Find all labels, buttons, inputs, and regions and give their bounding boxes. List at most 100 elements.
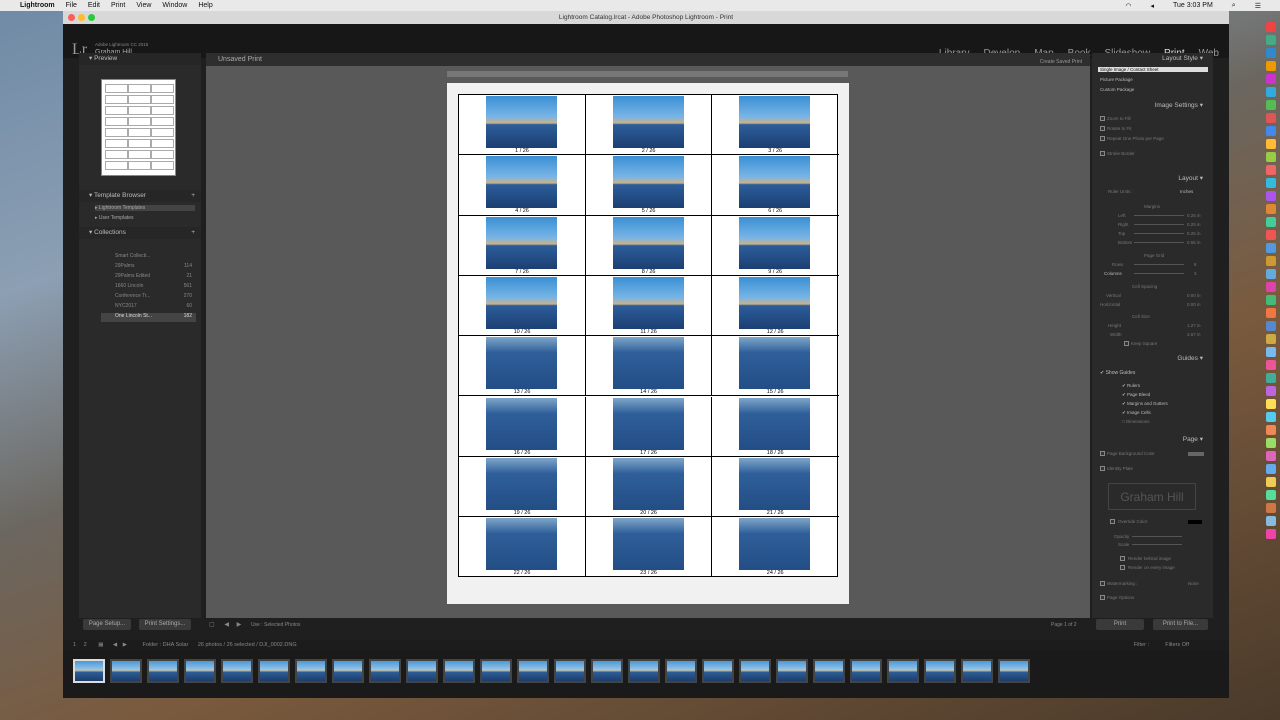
keep-square-checkbox[interactable] [1124, 341, 1129, 346]
page-bg-checkbox[interactable] [1100, 451, 1105, 456]
dock-app-icon[interactable] [1266, 126, 1276, 136]
menu-edit[interactable]: Edit [88, 2, 100, 9]
preview-header[interactable]: ▾ Preview [79, 53, 201, 65]
dock-app-icon[interactable] [1266, 490, 1276, 500]
guide-option[interactable]: □ Dimensions [1122, 419, 1149, 424]
image-cell[interactable]: 8 / 26 [585, 215, 713, 276]
page-options-checkbox[interactable] [1100, 595, 1105, 600]
filmstrip-thumbnail[interactable] [147, 659, 179, 683]
collection-item[interactable]: 1660 Lincoln 561 [101, 283, 196, 292]
dock-app-icon[interactable] [1266, 438, 1276, 448]
margin-value[interactable]: 0.25 in [1187, 213, 1201, 218]
collection-item[interactable]: 29Palms 114 [101, 263, 196, 272]
show-guides-checkbox[interactable]: ✔ Show Guides [1100, 370, 1135, 376]
filmstrip-thumbnail[interactable] [887, 659, 919, 683]
dock-app-icon[interactable] [1266, 204, 1276, 214]
image-cell[interactable]: 9 / 26 [712, 216, 839, 276]
dock-app-icon[interactable] [1266, 217, 1276, 227]
dock-app-icon[interactable] [1266, 230, 1276, 240]
style-custom-package[interactable]: Custom Package [1100, 87, 1134, 92]
dock-app-icon[interactable] [1266, 256, 1276, 266]
dock-app-icon[interactable] [1266, 425, 1276, 435]
guide-option[interactable]: ✔ Margins and Gutters [1122, 401, 1168, 407]
image-cell[interactable]: 16 / 26 [459, 396, 586, 457]
margin-slider[interactable] [1134, 242, 1184, 243]
dock-app-icon[interactable] [1266, 100, 1276, 110]
dock-app-icon[interactable] [1266, 269, 1276, 279]
filmstrip-thumbnail[interactable] [221, 659, 253, 683]
dock-app-icon[interactable] [1266, 360, 1276, 370]
dock-app-icon[interactable] [1266, 152, 1276, 162]
dock-app-icon[interactable] [1266, 282, 1276, 292]
volume-icon[interactable]: ◂ [1150, 2, 1154, 10]
dock-app-icon[interactable] [1266, 48, 1276, 58]
image-cell[interactable]: 4 / 26 [459, 155, 586, 216]
add-icon[interactable]: + [191, 190, 195, 202]
collections-header[interactable]: ▾ Collections + [79, 227, 201, 239]
margin-value[interactable]: 0.25 in [1187, 222, 1201, 227]
filmstrip-thumbnail[interactable] [258, 659, 290, 683]
layout-style-header[interactable]: Layout Style ▾ [1092, 53, 1213, 64]
menu-print[interactable]: Print [111, 2, 125, 9]
filmstrip-thumbnail[interactable] [961, 659, 993, 683]
image-cell[interactable]: 24 / 26 [712, 517, 839, 577]
image-cell[interactable]: 20 / 26 [585, 456, 713, 518]
watermark-select[interactable]: None [1188, 581, 1199, 586]
repeat-photo-checkbox[interactable] [1100, 136, 1105, 141]
collection-item[interactable]: 29Palms Edited 21 [101, 273, 196, 282]
template-folder-lightroom[interactable]: ▸ Lightroom Templates [95, 205, 195, 211]
prev-page-icon[interactable]: ◀ [224, 622, 229, 628]
collection-item[interactable]: One Lincoln St... 182 [101, 313, 196, 322]
filmstrip-thumbnail[interactable] [998, 659, 1030, 683]
filmstrip-thumbnail[interactable] [110, 659, 142, 683]
image-cell[interactable]: 23 / 26 [586, 517, 713, 578]
dock-app-icon[interactable] [1266, 22, 1276, 32]
filmstrip-thumbnail[interactable] [554, 659, 586, 683]
forward-arrow-icon[interactable]: ▶ [123, 642, 127, 648]
filmstrip-thumbnail[interactable] [628, 659, 660, 683]
image-cell[interactable]: 1 / 26 [459, 95, 586, 156]
filmstrip-thumbnail[interactable] [332, 659, 364, 683]
scale-slider[interactable] [1132, 544, 1182, 545]
filmstrip-thumbnail[interactable] [850, 659, 882, 683]
back-arrow-icon[interactable]: ◀ [113, 642, 117, 648]
dock-app-icon[interactable] [1266, 386, 1276, 396]
page-setup-button[interactable]: Page Setup... [83, 619, 131, 630]
template-browser-header[interactable]: ▾ Template Browser + [79, 190, 201, 202]
image-cell[interactable]: 22 / 26 [459, 517, 586, 578]
dock-app-icon[interactable] [1266, 334, 1276, 344]
style-picture-package[interactable]: Picture Package [1100, 77, 1133, 82]
filter-select[interactable]: Filters Off [1165, 640, 1189, 651]
image-cell[interactable]: 17 / 26 [585, 396, 713, 457]
zoom-button[interactable] [88, 14, 95, 21]
guide-option[interactable]: ✔ Rulers [1122, 383, 1140, 389]
filmstrip-thumbnail[interactable] [776, 659, 808, 683]
dock-app-icon[interactable] [1266, 61, 1276, 71]
width-value[interactable]: 2.67 in [1187, 332, 1201, 337]
ruler-units-select[interactable]: Inches [1180, 189, 1193, 194]
dock-app-icon[interactable] [1266, 139, 1276, 149]
image-cell[interactable]: 13 / 26 [459, 336, 586, 397]
dock-app-icon[interactable] [1266, 191, 1276, 201]
columns-slider[interactable] [1134, 273, 1184, 274]
menu-lightroom[interactable]: Lightroom [20, 2, 55, 9]
menu-file[interactable]: File [66, 2, 77, 9]
guide-option[interactable]: ✔ Image Cells [1122, 410, 1151, 416]
image-cell[interactable]: 18 / 26 [712, 397, 839, 457]
layout-header[interactable]: Layout ▾ [1092, 173, 1213, 184]
margin-value[interactable]: 0.25 in [1187, 231, 1201, 236]
close-button[interactable] [68, 14, 75, 21]
print-button[interactable]: Print [1096, 619, 1144, 630]
filmstrip-thumbnail[interactable] [702, 659, 734, 683]
image-cell[interactable]: 10 / 26 [459, 275, 586, 337]
wifi-icon[interactable]: ◠ [1125, 2, 1131, 10]
dock-app-icon[interactable] [1266, 464, 1276, 474]
image-cell[interactable]: 6 / 26 [712, 155, 839, 216]
margin-slider[interactable] [1134, 224, 1184, 225]
image-cell[interactable]: 3 / 26 [712, 95, 839, 156]
dock-app-icon[interactable] [1266, 399, 1276, 409]
print-settings-button[interactable]: Print Settings... [139, 619, 191, 630]
next-page-icon[interactable]: ▶ [237, 622, 242, 628]
menu-window[interactable]: Window [162, 2, 187, 9]
minimize-button[interactable] [78, 14, 85, 21]
